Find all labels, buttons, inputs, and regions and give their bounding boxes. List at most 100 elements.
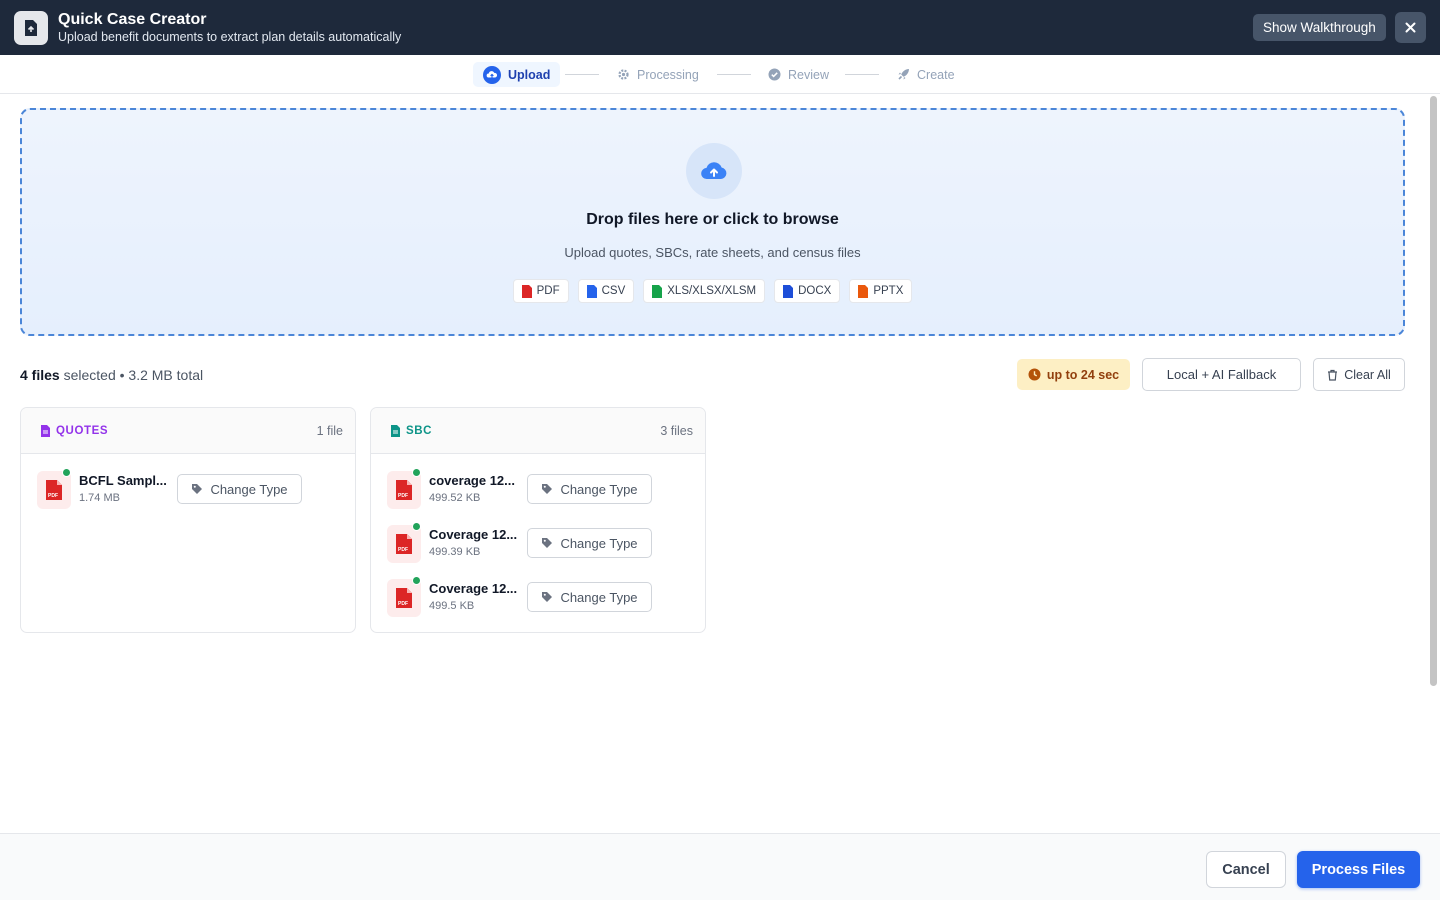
clear-all-button[interactable]: Clear All [1313, 358, 1405, 391]
file-type-chip-xls: XLS/XLSX/XLSM [643, 279, 766, 303]
csv-file-icon [586, 284, 597, 298]
file-type-chip-pptx: PPTX [849, 279, 913, 303]
pdf-file-icon: PDF [387, 576, 421, 617]
uploaded-status-dot [62, 468, 71, 477]
processing-mode-value: Local + AI Fallback [1166, 367, 1277, 382]
close-icon [1405, 22, 1416, 33]
tag-icon [542, 484, 553, 494]
files-count: 4 files [20, 367, 60, 383]
change-type-button[interactable]: Change Type [527, 582, 652, 612]
file-type-chip-csv: CSV [577, 279, 635, 303]
file-group-label: SBC [391, 424, 433, 437]
process-files-button[interactable]: Process Files [1297, 851, 1420, 888]
file-type-label: PDF [536, 285, 560, 297]
scrollbar-thumb[interactable] [1430, 96, 1437, 686]
step-review: Review [768, 62, 829, 87]
step-connector [845, 74, 879, 75]
time-estimate-badge: up to 24 sec [1017, 359, 1130, 390]
header-titles: Quick Case Creator Upload benefit docume… [58, 10, 401, 45]
check-circle-icon [768, 68, 781, 81]
file-group-count: 1 file [316, 423, 343, 438]
step-connector [717, 74, 751, 75]
change-type-button[interactable]: Change Type [177, 474, 302, 504]
file-group-header: SBC 3 files [371, 408, 705, 454]
trash-icon [1328, 369, 1338, 381]
pdf-file-icon [521, 284, 532, 298]
file-type-label: CSV [601, 285, 626, 297]
pdf-file-icon: PDF [37, 468, 71, 509]
app-subtitle: Upload benefit documents to extract plan… [58, 30, 402, 44]
svg-text:PDF: PDF [48, 493, 58, 499]
app-title: Quick Case Creator [58, 11, 207, 28]
files-total: selected • 3.2 MB total [59, 367, 204, 383]
step-label: Processing [637, 67, 699, 82]
file-group-label: QUOTES [41, 424, 109, 437]
dropzone-subtitle: Upload quotes, SBCs, rate sheets, and ce… [564, 245, 861, 260]
rocket-icon [897, 68, 910, 81]
clear-all-label: Clear All [1344, 367, 1391, 382]
step-label: Review [788, 67, 829, 82]
word-file-icon [783, 284, 794, 298]
uploaded-status-dot [412, 576, 421, 585]
tag-icon [542, 592, 553, 602]
clock-icon [1028, 368, 1041, 381]
change-type-button[interactable]: Change Type [527, 528, 652, 558]
file-item: PDF Coverage 12... 499.5 KB Change Type [387, 576, 687, 617]
spreadsheet-file-icon [652, 284, 663, 298]
change-type-button[interactable]: Change Type [527, 474, 652, 504]
file-name: BCFL Sampl... [79, 473, 167, 488]
dropzone-title: Drop files here or click to browse [586, 211, 839, 228]
file-type-chips: PDF CSV XLS/XLSX/XLSM DOCX PPTX [22, 279, 1403, 303]
step-create: Create [897, 62, 955, 87]
file-size: 1.74 MB [79, 492, 120, 504]
file-type-chip-pdf: PDF [512, 279, 569, 303]
step-processing: Processing [617, 62, 699, 87]
time-estimate-label: up to 24 sec [1046, 367, 1120, 382]
file-group-count: 3 files [660, 423, 693, 438]
file-group-name: SBC [406, 424, 433, 437]
cloud-upload-icon [686, 143, 742, 199]
change-type-label: Change Type [560, 535, 638, 551]
files-summary: 4 files selected • 3.2 MB total [20, 367, 203, 383]
change-type-label: Change Type [210, 481, 288, 497]
tag-icon [542, 538, 553, 548]
cancel-button[interactable]: Cancel [1206, 851, 1286, 888]
close-button[interactable] [1395, 12, 1426, 43]
pdf-file-icon: PDF [387, 468, 421, 509]
file-name: coverage 12... [429, 473, 515, 488]
show-walkthrough-button[interactable]: Show Walkthrough [1253, 14, 1386, 41]
file-group-name: QUOTES [56, 424, 109, 437]
file-type-label: XLS/XLSX/XLSM [667, 285, 757, 297]
file-size: 499.39 KB [429, 546, 481, 558]
svg-text:PDF: PDF [398, 601, 408, 607]
file-item: PDF Coverage 12... 499.39 KB Change Type [387, 522, 687, 563]
file-group-sbc: SBC 3 files PDF coverage 12... 499.52 KB… [370, 407, 706, 633]
file-size: 499.5 KB [429, 600, 475, 612]
cloud-upload-icon [483, 65, 501, 84]
step-label: Upload [508, 67, 551, 82]
uploaded-status-dot [412, 468, 421, 477]
file-name: Coverage 12... [429, 581, 518, 596]
file-dropzone[interactable]: Drop files here or click to browse Uploa… [20, 108, 1405, 336]
progress-stepper: Upload Processing Review Create [0, 55, 1440, 94]
powerpoint-file-icon [858, 284, 869, 298]
document-icon [391, 424, 400, 437]
svg-text:PDF: PDF [398, 493, 408, 499]
file-type-label: DOCX [798, 285, 832, 297]
file-size: 499.52 KB [429, 492, 481, 504]
processing-mode-select[interactable]: Local + AI Fallback [1142, 358, 1301, 391]
gear-icon [617, 68, 630, 81]
pdf-file-icon: PDF [387, 522, 421, 563]
document-icon [41, 424, 50, 437]
file-item: PDF coverage 12... 499.52 KB Change Type [387, 468, 687, 509]
file-type-chip-docx: DOCX [774, 279, 841, 303]
step-upload[interactable]: Upload [473, 62, 561, 87]
file-group-quotes: QUOTES 1 file PDF BCFL Sampl... 1.74 MB … [20, 407, 356, 633]
step-connector [565, 74, 599, 75]
tag-icon [192, 484, 203, 494]
svg-text:PDF: PDF [398, 547, 408, 553]
document-upload-icon [14, 10, 48, 45]
uploaded-status-dot [412, 522, 421, 531]
file-item: PDF BCFL Sampl... 1.74 MB Change Type [37, 468, 337, 509]
change-type-label: Change Type [560, 589, 638, 605]
